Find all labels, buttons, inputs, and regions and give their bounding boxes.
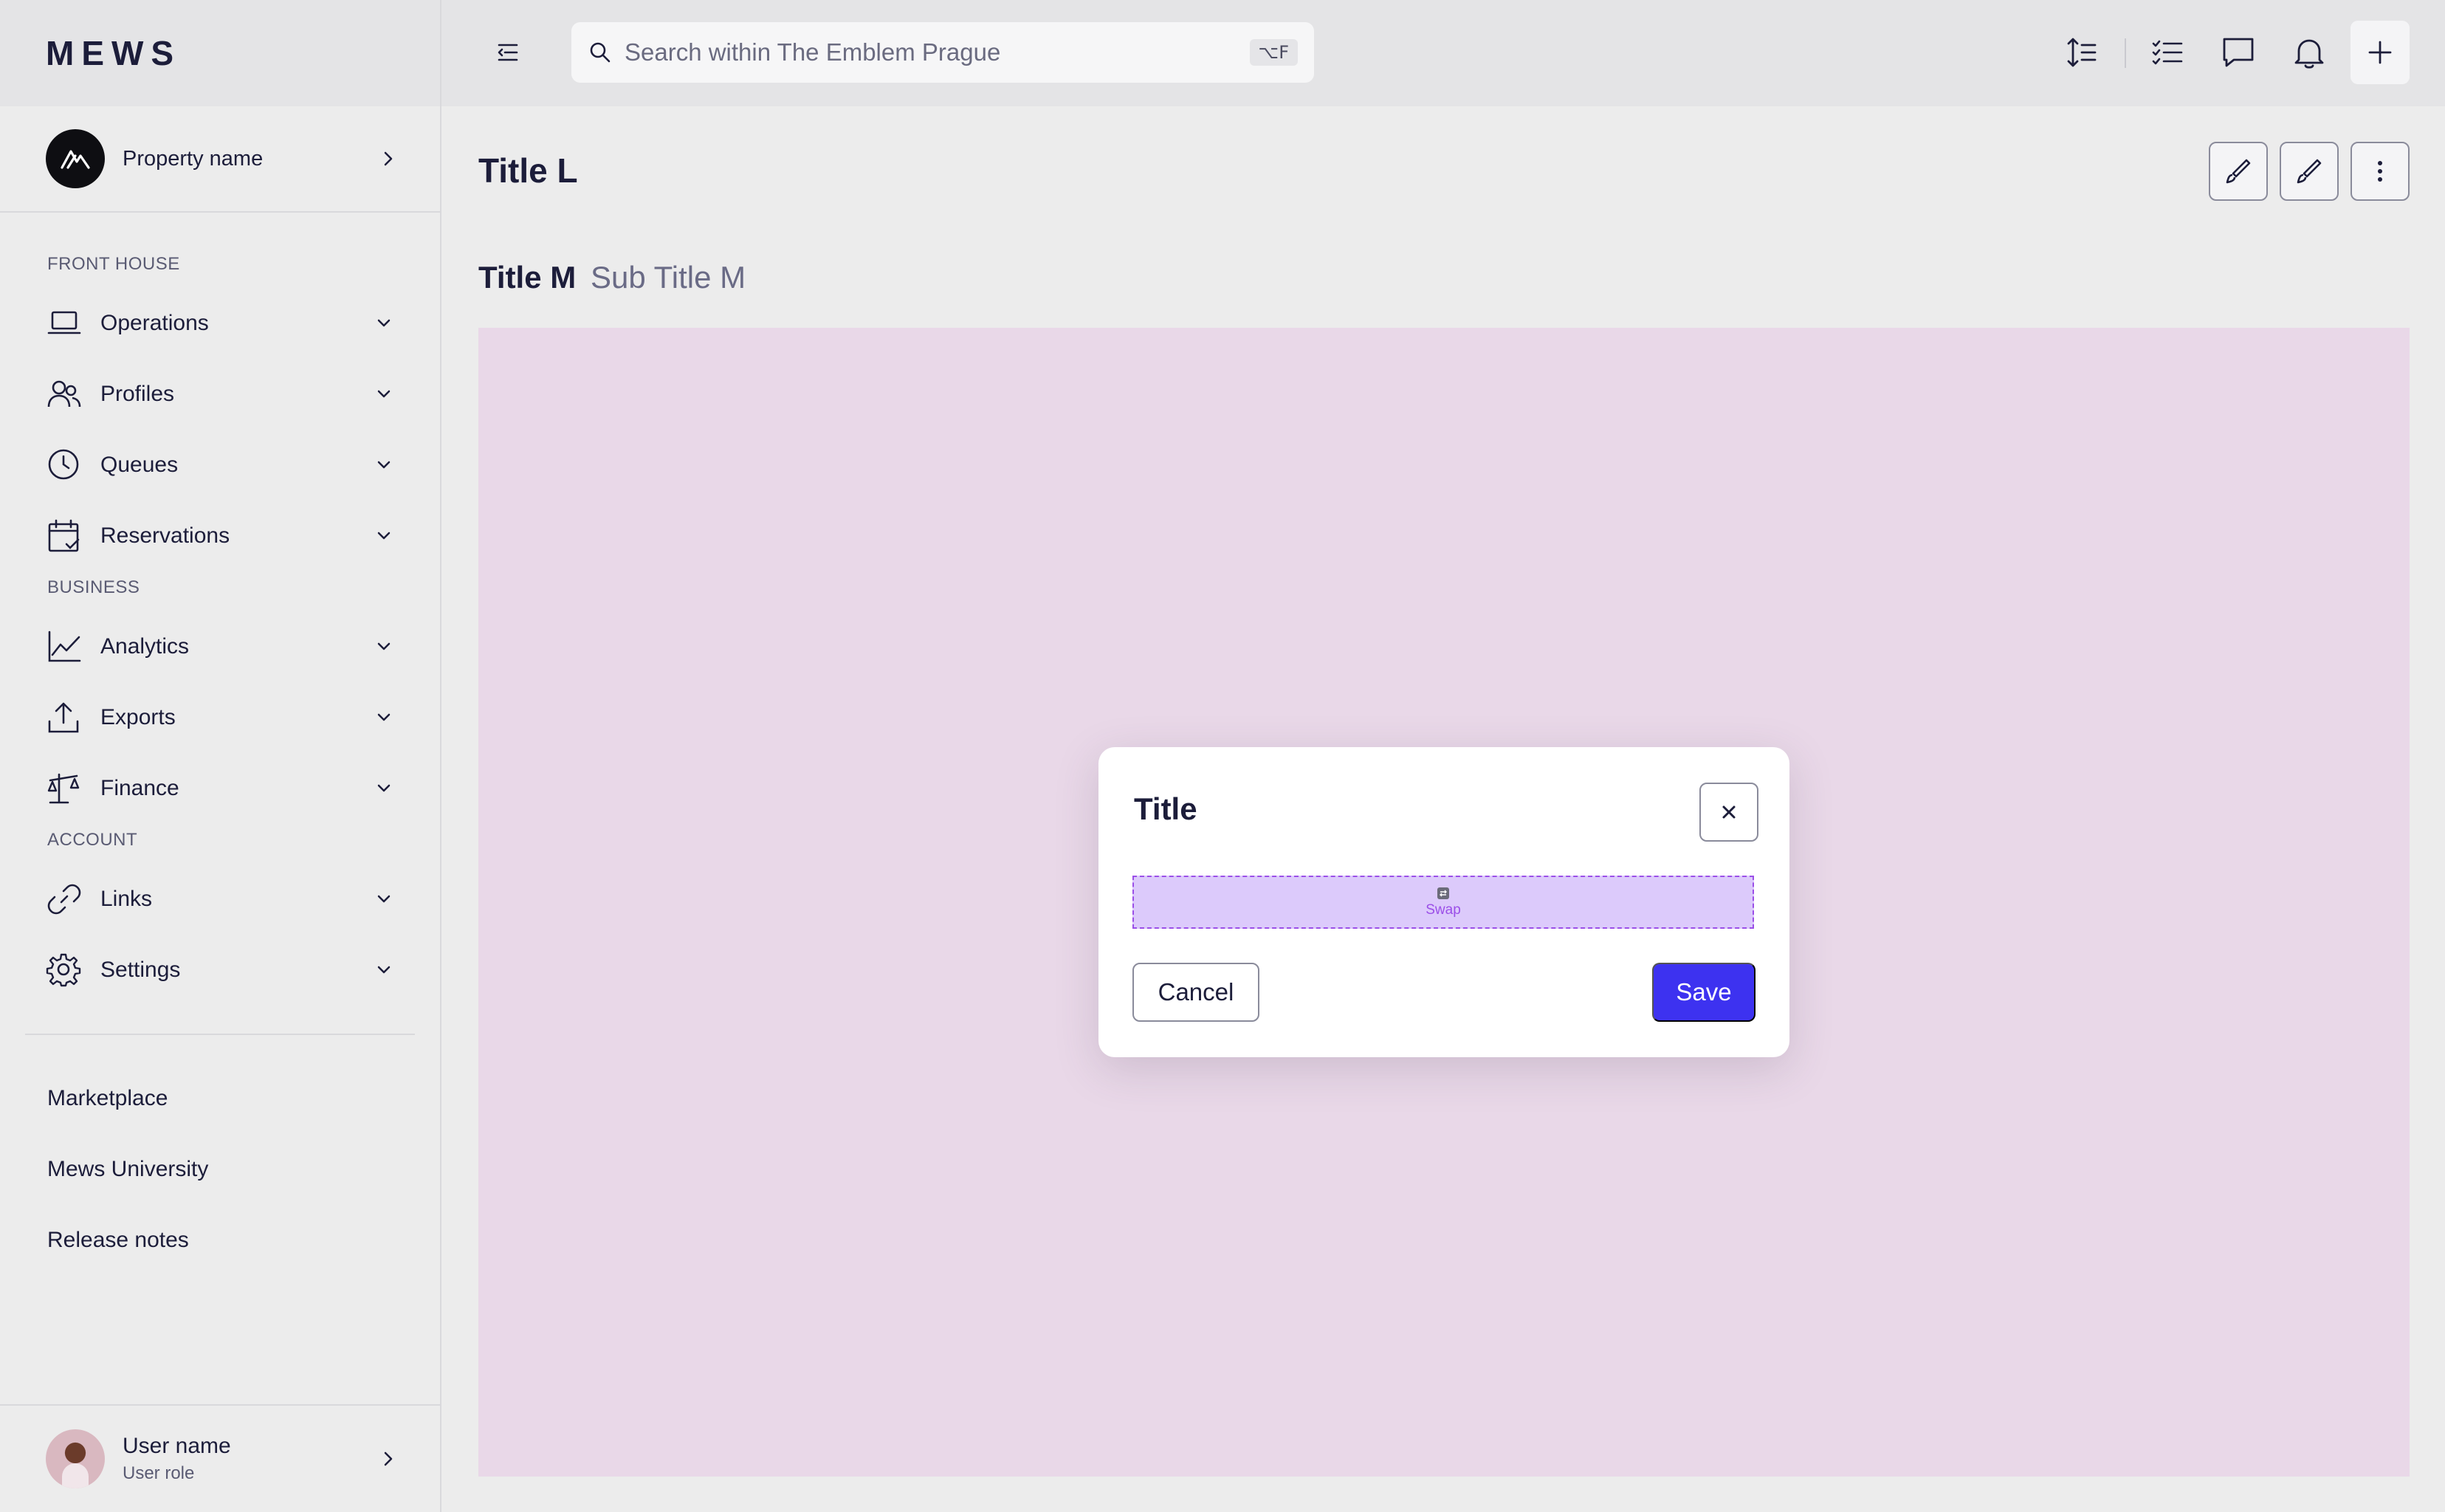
- swap-label: Swap: [1426, 902, 1461, 918]
- modal-title: Title: [1134, 791, 1197, 826]
- brush-icon: [2226, 159, 2251, 184]
- search-shortcut-badge: ⌥F: [1249, 39, 1298, 66]
- swap-icon: [1437, 887, 1449, 899]
- user-role: User role: [123, 1463, 195, 1483]
- swap-placeholder[interactable]: Swap: [1132, 876, 1754, 929]
- close-icon: [1722, 805, 1736, 819]
- nav-section-account: ACCOUNT: [47, 830, 138, 850]
- gear-icon: [46, 953, 81, 987]
- menu-toggle-button[interactable]: [478, 21, 537, 84]
- link-release-notes[interactable]: Release notes: [0, 1205, 440, 1276]
- sidebar-item-reservations[interactable]: Reservations: [0, 501, 440, 571]
- toolbar-separator: [2125, 38, 2126, 68]
- sidebar-item-label: Settings: [100, 958, 181, 982]
- user-name: User name: [123, 1434, 231, 1458]
- chevron-down-icon: [377, 461, 391, 469]
- chevron-down-icon: [377, 390, 391, 398]
- modal-dialog: Title Swap Cancel Save: [1098, 747, 1789, 1057]
- sidebar-item-links[interactable]: Links: [0, 864, 440, 935]
- sidebar-item-label: Profiles: [100, 382, 175, 406]
- chevron-down-icon: [377, 319, 391, 327]
- save-button[interactable]: Save: [1652, 963, 1755, 1022]
- chevron-right-icon: [384, 1451, 393, 1466]
- sidebar-item-profiles[interactable]: Profiles: [0, 359, 440, 430]
- menu-collapse-icon: [498, 44, 518, 61]
- property-logo-icon: [46, 129, 105, 188]
- sidebar-item-label: Links: [100, 887, 153, 911]
- edit-button-2[interactable]: [2280, 142, 2339, 201]
- more-options-button[interactable]: [2351, 142, 2410, 201]
- sidebar-item-label: Exports: [100, 705, 176, 729]
- text-size-icon: [2067, 38, 2097, 67]
- chevron-down-icon: [377, 966, 391, 974]
- sidebar-item-queues[interactable]: Queues: [0, 430, 440, 501]
- nav-section-business: BUSINESS: [47, 577, 140, 597]
- bell-icon: [2294, 39, 2324, 69]
- sidebar-item-operations[interactable]: Operations: [0, 288, 440, 359]
- chevron-down-icon: [377, 895, 391, 903]
- sidebar-item-exports[interactable]: Exports: [0, 682, 440, 753]
- checklist-icon: [2152, 40, 2183, 65]
- scale-icon: [47, 773, 80, 804]
- add-button[interactable]: [2351, 21, 2410, 84]
- sidebar-item-label: Operations: [100, 311, 209, 335]
- search-placeholder: Search within The Emblem Prague: [625, 38, 1001, 66]
- search-input[interactable]: Search within The Emblem Prague ⌥F: [571, 22, 1314, 83]
- calendar-check-icon: [48, 519, 80, 552]
- nav-section-front-house: FRONT HOUSE: [47, 254, 180, 274]
- sidebar-item-label: Queues: [100, 453, 179, 477]
- chat-icon: [2223, 38, 2254, 67]
- user-info: User name User role: [123, 1434, 378, 1484]
- users-icon: [47, 380, 81, 408]
- section-title: Title M: [478, 260, 577, 295]
- laptop-icon: [47, 311, 81, 334]
- sidebar-item-label: Reservations: [100, 523, 230, 548]
- main-nav: FRONT HOUSE Operations Profiles Queues R…: [0, 213, 440, 1276]
- sort-button[interactable]: [2052, 21, 2111, 84]
- plus-icon: [2368, 41, 2392, 64]
- brush-icon: [2297, 159, 2322, 184]
- sidebar-item-settings[interactable]: Settings: [0, 935, 440, 1006]
- sidebar: MEWS Property name FRONT HOUSE Operation…: [0, 0, 441, 1512]
- property-name: Property name: [123, 146, 264, 171]
- chevron-right-icon: [384, 151, 393, 166]
- sidebar-item-label: Finance: [100, 776, 179, 800]
- sidebar-item-analytics[interactable]: Analytics: [0, 611, 440, 682]
- kebab-menu-icon: [2378, 161, 2382, 182]
- edit-button-1[interactable]: [2209, 142, 2268, 201]
- sidebar-item-label: Analytics: [100, 634, 190, 659]
- chart-line-icon: [48, 630, 81, 662]
- cancel-button[interactable]: Cancel: [1132, 963, 1259, 1022]
- page-title: Title L: [478, 151, 578, 190]
- user-menu[interactable]: User name User role: [0, 1404, 440, 1512]
- notifications-button[interactable]: [2280, 21, 2339, 84]
- property-switcher[interactable]: Property name: [0, 106, 440, 213]
- chevron-down-icon: [377, 784, 391, 792]
- section-subtitle: Sub Title M: [591, 260, 746, 295]
- avatar: [46, 1429, 105, 1488]
- link-icon: [47, 884, 81, 915]
- chevron-down-icon: [377, 713, 391, 721]
- mews-logo[interactable]: MEWS: [46, 33, 181, 73]
- chevron-down-icon: [377, 532, 391, 540]
- messages-button[interactable]: [2209, 21, 2268, 84]
- chevron-down-icon: [377, 642, 391, 650]
- link-mews-university[interactable]: Mews University: [0, 1134, 440, 1205]
- search-icon: [590, 42, 611, 63]
- link-marketplace[interactable]: Marketplace: [0, 1063, 440, 1134]
- clock-icon: [48, 449, 79, 480]
- tasks-button[interactable]: [2138, 21, 2197, 84]
- close-button[interactable]: [1699, 783, 1758, 842]
- top-bar: Search within The Emblem Prague ⌥F: [441, 0, 2445, 106]
- logo-area: MEWS: [0, 0, 440, 106]
- upload-icon: [48, 702, 79, 733]
- sidebar-item-finance[interactable]: Finance: [0, 753, 440, 824]
